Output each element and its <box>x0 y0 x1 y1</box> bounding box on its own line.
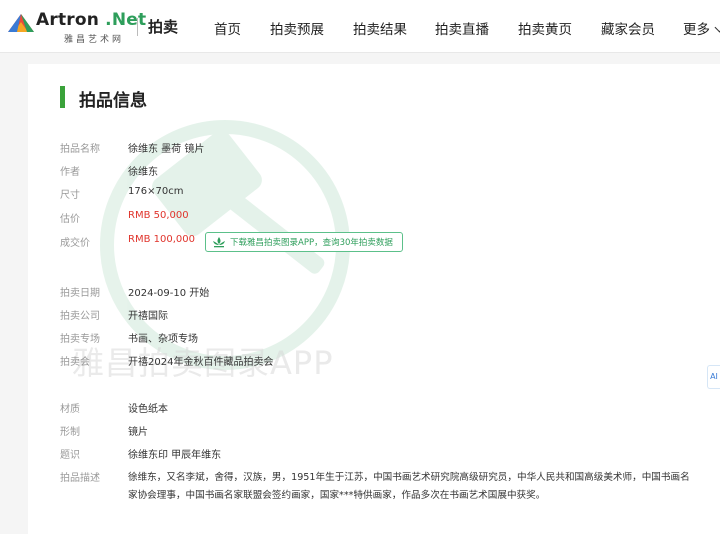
brand-name: Artron .Net <box>36 10 146 30</box>
value-auction-date: 2024-09-10 开始 <box>128 288 210 299</box>
label-size: 尺寸 <box>60 190 80 201</box>
label-description: 拍品描述 <box>60 473 100 484</box>
nav-item-yellow-pages[interactable]: 拍卖黄页 <box>518 18 572 38</box>
label-inscription: 题识 <box>60 450 80 461</box>
label-auction-sale: 拍卖会 <box>60 357 90 368</box>
page-title: 拍品信息 <box>79 91 147 111</box>
value-author: 徐维东 <box>128 167 158 178</box>
artron-logo-icon <box>8 14 34 32</box>
value-hammer-price: RMB 100,000 <box>128 234 195 245</box>
label-material: 材质 <box>60 404 80 415</box>
nav-item-preview[interactable]: 拍卖预展 <box>270 18 324 38</box>
label-hammer-price: 成交价 <box>60 238 90 249</box>
value-inscription: 徐维东印 甲辰年维东 <box>128 450 222 461</box>
nav-item-results[interactable]: 拍卖结果 <box>353 18 407 38</box>
brand-name-suffix: .Net <box>105 10 147 30</box>
lot-info-card <box>28 64 720 534</box>
nav-item-collector-members[interactable]: 藏家会员 <box>601 18 655 38</box>
artron-logo[interactable]: Artron .Net 雅昌艺术网 <box>8 10 146 45</box>
heading-accent-bar <box>60 86 65 108</box>
label-auction-company: 拍卖公司 <box>60 311 100 322</box>
label-format: 形制 <box>60 427 80 438</box>
value-auction-company[interactable]: 开禧国际 <box>128 307 168 322</box>
nav-item-more[interactable]: 更多 <box>683 18 720 38</box>
value-description: 徐维东，又名李斌，舍得，汉族，男，1951年生于江苏，中国书画艺术研究院高级研究… <box>128 472 690 501</box>
label-author: 作者 <box>60 167 80 178</box>
value-auction-sale[interactable]: 开禧2024年金秋百件藏品拍卖会 <box>128 353 273 368</box>
label-auction-date: 拍卖日期 <box>60 288 100 299</box>
value-material: 设色纸本 <box>128 404 168 415</box>
label-estimate: 估价 <box>60 214 80 225</box>
chevron-down-icon <box>714 22 720 33</box>
nav-item-home[interactable]: 首页 <box>214 18 241 38</box>
value-size: 176×70cm <box>128 186 184 197</box>
value-auction-session[interactable]: 书画、杂项专场 <box>128 330 198 345</box>
lotus-icon <box>213 237 225 248</box>
brand-name-prefix: Artron <box>36 10 100 30</box>
value-estimate: RMB 50,000 <box>128 210 189 221</box>
download-app-text: 下载雅昌拍卖图录APP，查询30年拍卖数据 <box>230 238 393 248</box>
label-auction-session: 拍卖专场 <box>60 334 100 345</box>
label-lot-name: 拍品名称 <box>60 144 100 155</box>
nav-item-live[interactable]: 拍卖直播 <box>435 18 489 38</box>
side-float-tab[interactable]: AI <box>707 365 720 389</box>
download-app-button[interactable]: 下载雅昌拍卖图录APP，查询30年拍卖数据 <box>205 232 403 252</box>
nav-more-label: 更多 <box>683 22 710 38</box>
value-format: 镜片 <box>128 427 148 438</box>
brand-subtitle: 雅昌艺术网 <box>64 35 125 45</box>
top-navigation-bar: Artron .Net 雅昌艺术网 拍卖 首页 拍卖预展 拍卖结果 拍卖直播 拍… <box>0 0 720 53</box>
section-title[interactable]: 拍卖 <box>148 16 178 37</box>
value-lot-name: 徐维东 墨荷 镜片 <box>128 144 205 155</box>
logo-separator <box>137 18 138 36</box>
